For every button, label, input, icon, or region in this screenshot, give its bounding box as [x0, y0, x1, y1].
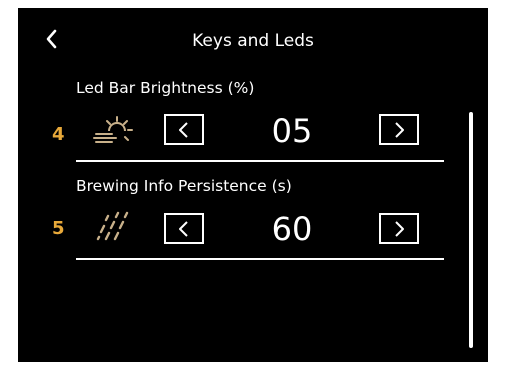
chevron-left-icon	[179, 122, 188, 138]
divider	[76, 258, 444, 260]
sun-brightness-icon	[84, 113, 134, 147]
led-brightness-increase-button[interactable]	[379, 114, 419, 145]
chevron-left-icon	[179, 221, 188, 237]
page-title: Keys and Leds	[192, 31, 314, 51]
chevron-right-icon	[395, 122, 404, 138]
chevron-right-icon	[395, 221, 404, 237]
led-brightness-value: 05	[271, 112, 313, 150]
settings-screen: Keys and Leds Led Bar Brightness (%) 4 0…	[18, 8, 488, 362]
scrollbar[interactable]	[469, 112, 473, 348]
brewing-persistence-decrease-button[interactable]	[164, 213, 204, 244]
row-number-badge: 5	[52, 218, 65, 239]
led-bar-brightness-label: Led Bar Brightness (%)	[76, 79, 255, 97]
brewing-persistence-value: 60	[271, 210, 313, 248]
brewing-info-persistence-label: Brewing Info Persistence (s)	[76, 177, 292, 195]
divider	[76, 160, 444, 162]
brewing-persistence-increase-button[interactable]	[379, 213, 419, 244]
row-number-badge: 4	[52, 124, 65, 145]
led-brightness-decrease-button[interactable]	[164, 114, 204, 145]
diagonal-dashes-icon	[84, 209, 134, 243]
